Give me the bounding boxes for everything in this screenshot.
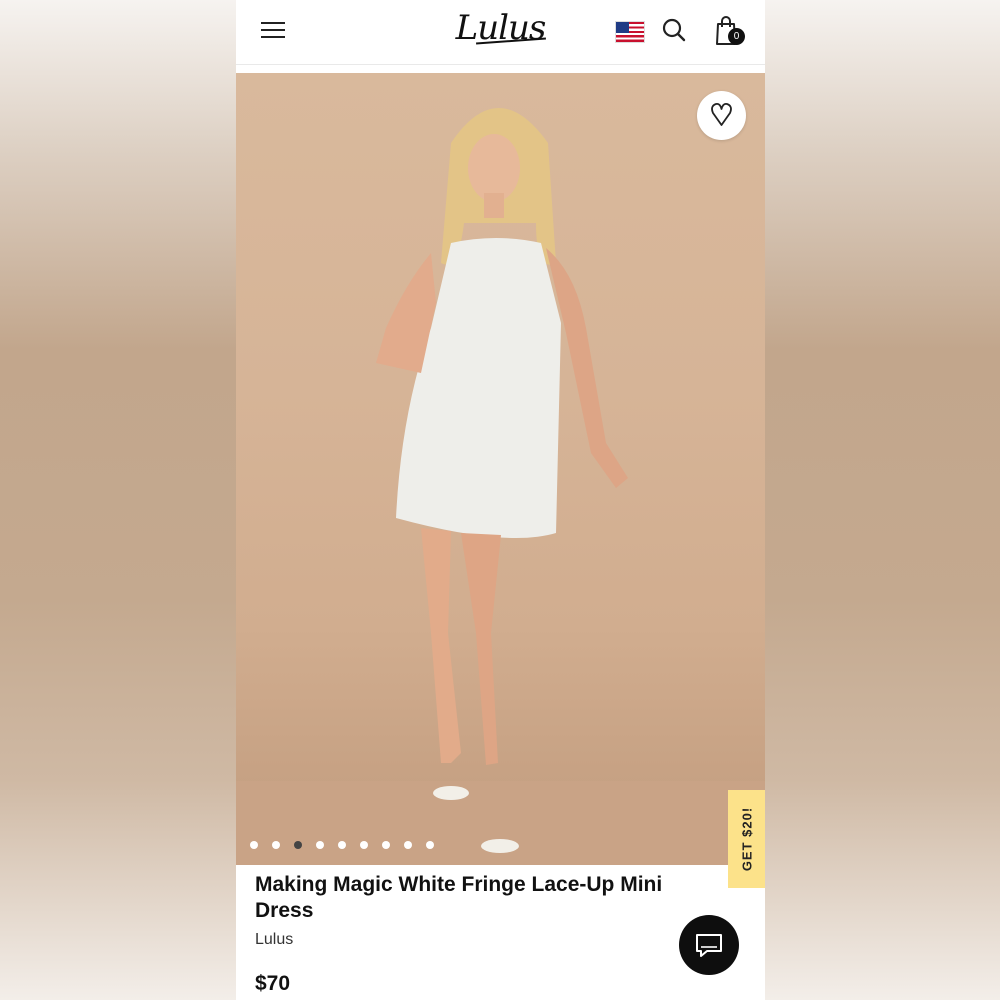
flag-canton: [616, 22, 629, 33]
product-price: $70: [255, 972, 291, 995]
chat-bubble-icon[interactable]: [679, 915, 739, 975]
product-page: Lulus 0 GET $20! Making Magic White Frin…: [236, 0, 765, 1000]
cart-count-badge: 0: [728, 28, 745, 45]
carousel-dots: [250, 841, 434, 853]
promo-tab[interactable]: GET $20!: [728, 790, 765, 888]
search-icon[interactable]: [661, 17, 687, 43]
us-flag-icon[interactable]: [615, 21, 645, 43]
background-blur-right: [765, 0, 1000, 1000]
carousel-dot[interactable]: [294, 841, 302, 849]
product-brand[interactable]: Lulus: [255, 931, 293, 949]
carousel-dot[interactable]: [250, 841, 258, 849]
carousel-dot[interactable]: [426, 841, 434, 849]
site-header: Lulus 0: [236, 0, 765, 65]
product-title: Making Magic White Fringe Lace-Up Mini D…: [255, 873, 663, 922]
carousel-dot[interactable]: [382, 841, 390, 849]
model-photo: [376, 108, 628, 853]
background-blur-left: [0, 0, 236, 1000]
carousel-dot[interactable]: [338, 841, 346, 849]
hamburger-menu-icon[interactable]: [261, 20, 285, 38]
site-logo[interactable]: Lulus: [448, 4, 553, 52]
product-image-carousel[interactable]: [236, 73, 765, 865]
carousel-dot[interactable]: [316, 841, 324, 849]
carousel-dot[interactable]: [404, 841, 412, 849]
promo-label: GET $20!: [739, 806, 754, 872]
favorite-heart-icon[interactable]: [697, 91, 746, 140]
carousel-dot[interactable]: [360, 841, 368, 849]
carousel-dot[interactable]: [272, 841, 280, 849]
